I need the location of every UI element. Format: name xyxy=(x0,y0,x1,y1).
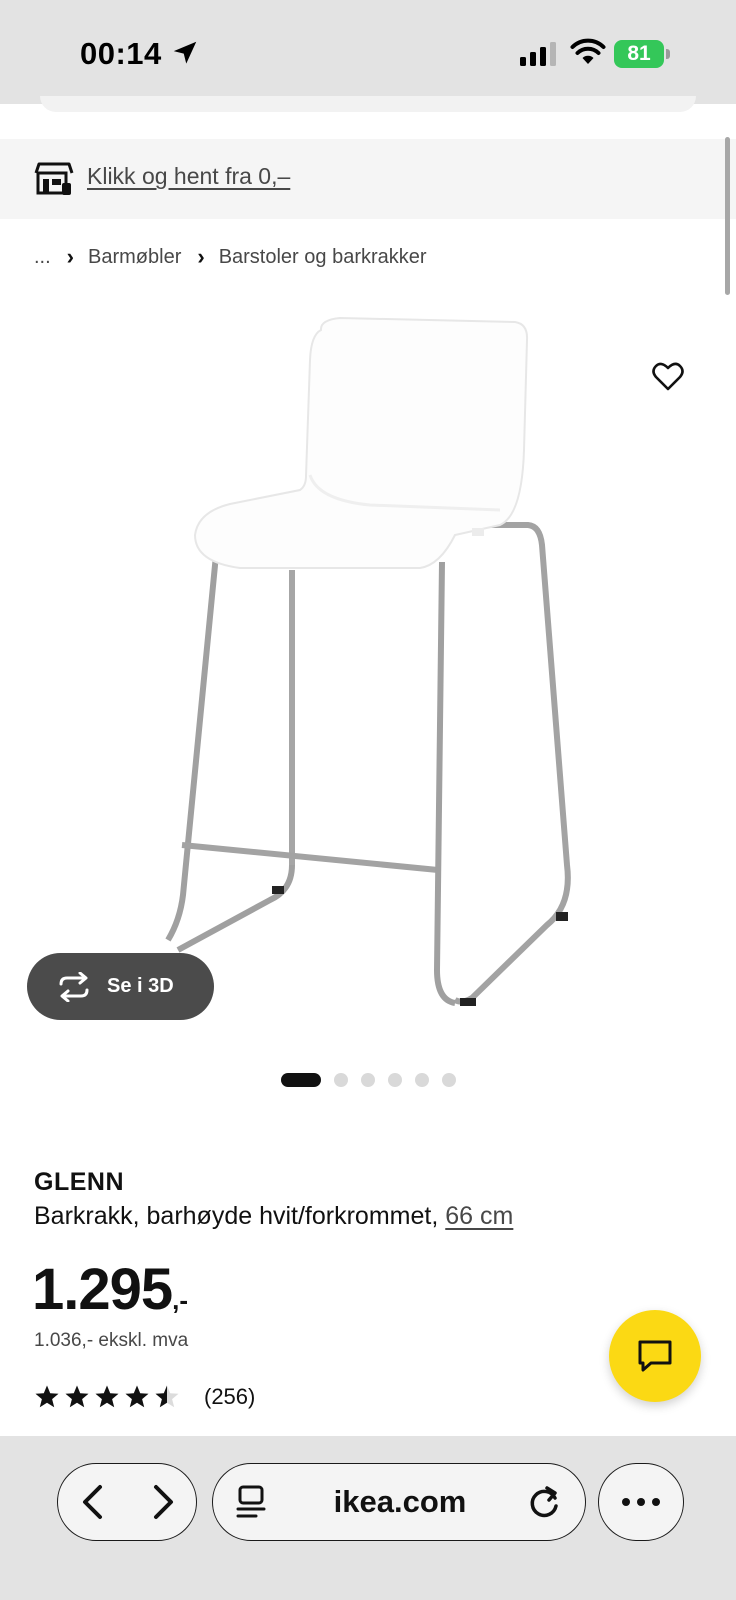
chevron-right-icon: › xyxy=(197,244,205,269)
star-icon xyxy=(65,1385,89,1408)
product-size-link[interactable]: 66 cm xyxy=(445,1202,513,1230)
product-description-text: Barkrakk, barhøyde hvit/forkrommet, xyxy=(34,1202,439,1230)
product-description: Barkrakk, barhøyde hvit/forkrommet, 66 c… xyxy=(34,1202,513,1231)
more-options-button[interactable] xyxy=(598,1463,684,1541)
star-icon xyxy=(155,1385,179,1408)
gallery-dot[interactable] xyxy=(388,1073,402,1087)
star-icon xyxy=(35,1385,59,1408)
reload-icon[interactable] xyxy=(527,1484,563,1520)
status-time: 00:14 xyxy=(80,36,162,71)
heart-icon xyxy=(652,362,684,391)
chat-button[interactable] xyxy=(609,1310,701,1402)
browser-nav-group xyxy=(57,1463,197,1541)
price-excl-vat: 1.036,- ekskl. mva xyxy=(34,1330,189,1351)
review-count: (256) xyxy=(204,1384,256,1409)
address-bar[interactable]: ikea.com xyxy=(212,1463,586,1541)
product-rating[interactable]: (256) xyxy=(34,1384,255,1410)
cellular-signal-icon xyxy=(520,42,556,66)
product-name: GLENN xyxy=(34,1168,124,1196)
gallery-dot[interactable] xyxy=(442,1073,456,1087)
battery-level: 81 xyxy=(627,42,651,65)
product-price: 1.295,- xyxy=(32,1256,188,1323)
click-collect-banner: Klikk og hent fra 0,– xyxy=(0,139,736,219)
view-in-3d-button[interactable]: Se i 3D xyxy=(27,953,214,1020)
price-decimal: ,- xyxy=(172,1285,189,1315)
star-icon xyxy=(95,1385,119,1408)
breadcrumb-item-barmobler[interactable]: Barmøbler xyxy=(88,246,181,269)
chat-bubble-icon xyxy=(638,1340,672,1372)
gallery-dot[interactable] xyxy=(415,1073,429,1087)
chevron-right-icon: › xyxy=(66,244,74,269)
gallery-dot[interactable] xyxy=(361,1073,375,1087)
rotate-3d-icon xyxy=(59,971,89,1002)
wifi-icon xyxy=(570,38,606,64)
favourite-button[interactable] xyxy=(646,355,690,399)
status-bar: 00:14 81 xyxy=(0,0,736,104)
location-arrow-icon xyxy=(173,41,197,64)
header-search-edge xyxy=(40,96,696,112)
ellipsis-icon xyxy=(622,1498,660,1506)
click-collect-link[interactable]: Klikk og hent fra 0,– xyxy=(87,163,290,190)
store-icon xyxy=(34,162,74,195)
gallery-pagination xyxy=(281,1072,469,1088)
view-in-3d-label: Se i 3D xyxy=(107,975,174,997)
battery-indicator: 81 xyxy=(614,40,670,68)
price-integer: 1.295 xyxy=(32,1257,173,1322)
breadcrumb: ... › Barmøbler › Barstoler og barkrakke… xyxy=(34,242,427,272)
back-button[interactable] xyxy=(74,1482,114,1522)
breadcrumb-ellipsis[interactable]: ... xyxy=(34,246,51,269)
product-image[interactable] xyxy=(0,300,736,1060)
page-scrollbar[interactable] xyxy=(725,137,730,295)
breadcrumb-item-barstoler[interactable]: Barstoler og barkrakker xyxy=(219,246,427,269)
gallery-dot[interactable] xyxy=(281,1073,321,1087)
star-icon xyxy=(125,1385,149,1408)
forward-button[interactable] xyxy=(142,1482,182,1522)
rating-stars xyxy=(34,1384,184,1410)
gallery-dot[interactable] xyxy=(334,1073,348,1087)
